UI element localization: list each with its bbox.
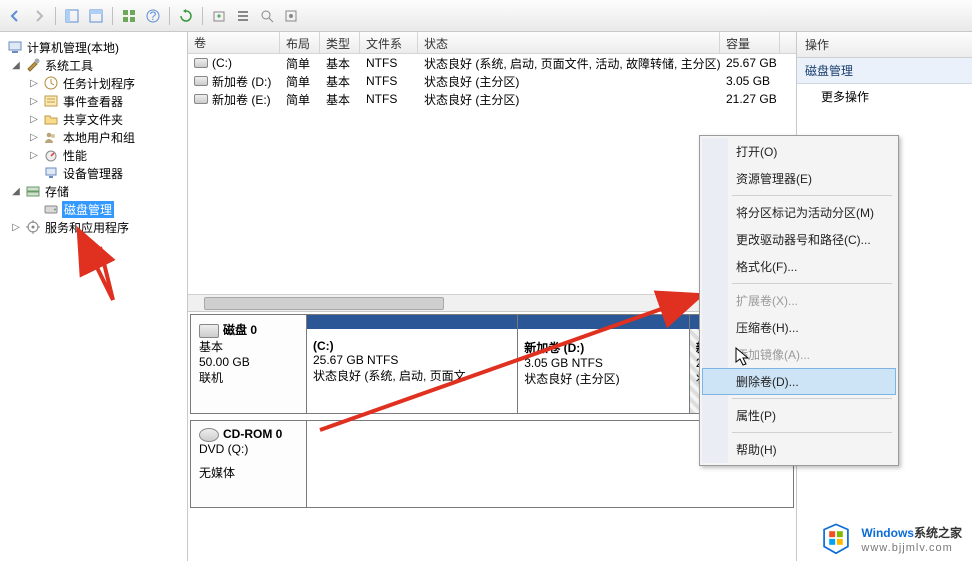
tree-task-scheduler[interactable]: ▷任务计划程序 (2, 74, 185, 92)
context-menu-item[interactable]: 资源管理器(E) (702, 165, 896, 192)
back-button[interactable] (4, 5, 26, 27)
twisty-icon[interactable]: ▷ (28, 95, 40, 107)
watermark: Windows系统之家 www.bjjmlv.com (819, 521, 962, 555)
context-menu-item[interactable]: 压缩卷(H)... (702, 314, 896, 341)
volume-row[interactable]: 新加卷 (D:) 简单 基本 NTFS 状态良好 (主分区) 3.05 GB (188, 72, 796, 90)
view-icon[interactable] (61, 5, 83, 27)
actions-more[interactable]: 更多操作 (797, 84, 972, 109)
col-type[interactable]: 类型 (320, 32, 360, 53)
tree-pane: 计算机管理(本地) ◢ 系统工具 ▷任务计划程序 ▷事件查看器 ▷共享文件夹 ▷… (0, 32, 188, 561)
context-menu-item[interactable]: 打开(O) (702, 138, 896, 165)
tree-disk-management[interactable]: 磁盘管理 (2, 200, 185, 218)
context-menu-item: 扩展卷(X)... (702, 287, 896, 314)
storage-icon (25, 183, 41, 199)
context-menu: 打开(O)资源管理器(E) 将分区标记为活动分区(M)更改驱动器号和路径(C)..… (699, 135, 899, 466)
col-layout[interactable]: 布局 (280, 32, 320, 53)
twisty-icon[interactable]: ▷ (28, 113, 40, 125)
tree-event-viewer[interactable]: ▷事件查看器 (2, 92, 185, 110)
disk-icon (43, 201, 59, 217)
context-menu-item: 添加镜像(A)... (702, 341, 896, 368)
scroll-thumb[interactable] (204, 297, 444, 310)
clock-icon (43, 75, 59, 91)
tree-system-tools[interactable]: ◢ 系统工具 (2, 56, 185, 74)
volume-icon (194, 58, 208, 68)
disk-header[interactable]: 磁盘 0 基本 50.00 GB 联机 (191, 315, 307, 413)
tree-storage[interactable]: ◢ 存储 (2, 182, 185, 200)
twisty-icon[interactable]: ▷ (28, 77, 40, 89)
twisty-icon[interactable]: ▷ (28, 131, 40, 143)
context-menu-item[interactable]: 帮助(H) (702, 436, 896, 463)
find-icon[interactable] (256, 5, 278, 27)
windows-logo-icon (819, 521, 853, 555)
tree-performance[interactable]: ▷性能 (2, 146, 185, 164)
col-status[interactable]: 状态 (418, 32, 720, 53)
tree-local-users[interactable]: ▷本地用户和组 (2, 128, 185, 146)
tree-root-label: 计算机管理(本地) (26, 39, 120, 56)
tree-services[interactable]: ▷ 服务和应用程序 (2, 218, 185, 236)
svg-text:?: ? (150, 9, 157, 23)
partition-d[interactable]: 新加卷 (D:) 3.05 GB NTFS 状态良好 (主分区) (518, 315, 690, 413)
apps-icon[interactable] (118, 5, 140, 27)
event-icon (43, 93, 59, 109)
device-icon (43, 165, 59, 181)
toolbar: ? (0, 0, 972, 32)
tree-root[interactable]: 计算机管理(本地) (2, 38, 185, 56)
context-menu-item[interactable]: 属性(P) (702, 402, 896, 429)
perf-icon (43, 147, 59, 163)
actions-section[interactable]: 磁盘管理 (797, 58, 972, 84)
list-icon[interactable] (232, 5, 254, 27)
context-menu-item[interactable]: 更改驱动器号和路径(C)... (702, 226, 896, 253)
twisty-icon[interactable]: ▷ (10, 221, 22, 233)
disk-icon (199, 324, 219, 338)
volume-row[interactable]: 新加卷 (E:) 简单 基本 NTFS 状态良好 (主分区) 21.27 GB (188, 90, 796, 108)
users-icon (43, 129, 59, 145)
refresh-icon[interactable] (175, 5, 197, 27)
settings-icon[interactable] (280, 5, 302, 27)
tree-shared-folders[interactable]: ▷共享文件夹 (2, 110, 185, 128)
volume-icon (194, 76, 208, 86)
tools-icon (25, 57, 41, 73)
volume-icon (194, 94, 208, 104)
cdrom-icon (199, 428, 219, 442)
col-fs[interactable]: 文件系统 (360, 32, 418, 53)
twisty-open-icon[interactable]: ◢ (10, 59, 22, 71)
computer-icon (7, 39, 23, 55)
services-icon (25, 219, 41, 235)
folder-shared-icon (43, 111, 59, 127)
view2-icon[interactable] (85, 5, 107, 27)
forward-button[interactable] (28, 5, 50, 27)
col-capacity[interactable]: 容量 (720, 32, 780, 53)
partition-c[interactable]: (C:) 25.67 GB NTFS 状态良好 (系统, 启动, 页面文 (307, 315, 518, 413)
twisty-icon[interactable]: ▷ (28, 149, 40, 161)
volume-list-header: 卷 布局 类型 文件系统 状态 容量 (188, 32, 796, 54)
actions-header: 操作 (797, 32, 972, 58)
volume-row[interactable]: (C:) 简单 基本 NTFS 状态良好 (系统, 启动, 页面文件, 活动, … (188, 54, 796, 72)
help-icon[interactable]: ? (142, 5, 164, 27)
col-name[interactable]: 卷 (188, 32, 280, 53)
cdrom-header[interactable]: CD-ROM 0 DVD (Q:) 无媒体 (191, 421, 307, 507)
context-menu-item[interactable]: 格式化(F)... (702, 253, 896, 280)
context-menu-item[interactable]: 将分区标记为活动分区(M) (702, 199, 896, 226)
tree-device-manager[interactable]: 设备管理器 (2, 164, 185, 182)
export-icon[interactable] (208, 5, 230, 27)
context-menu-item[interactable]: 删除卷(D)... (702, 368, 896, 395)
twisty-open-icon[interactable]: ◢ (10, 185, 22, 197)
